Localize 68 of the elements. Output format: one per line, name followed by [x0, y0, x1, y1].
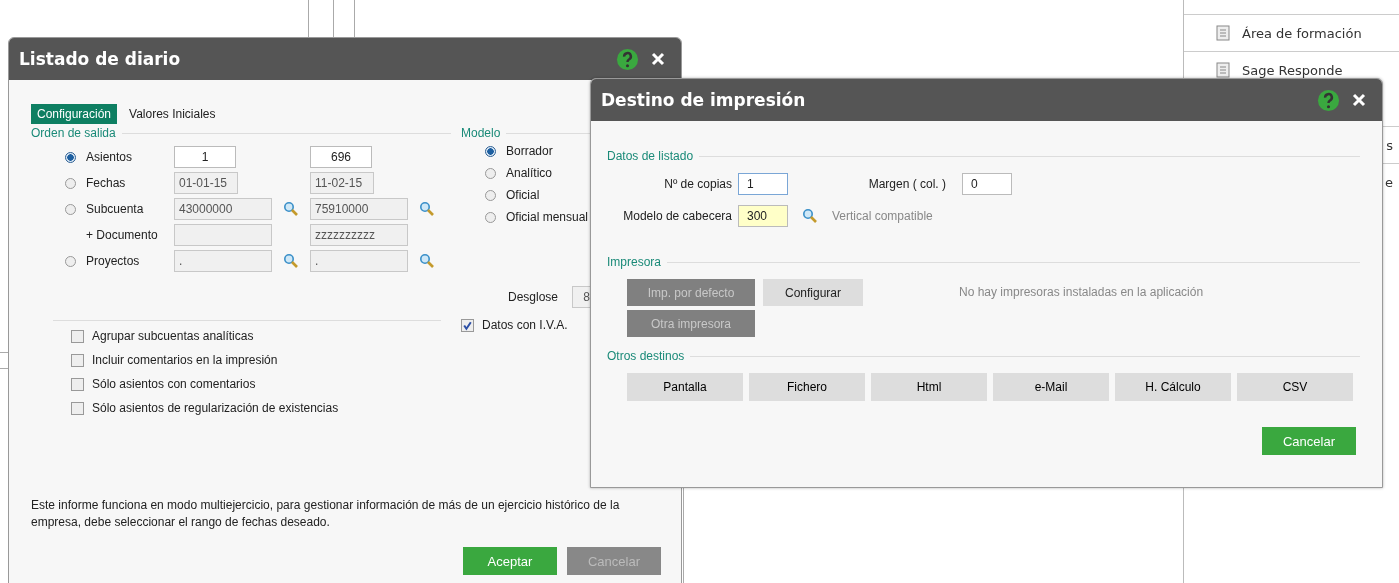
option-label: Oficial — [506, 188, 540, 202]
model-description: Vertical compatible — [832, 209, 933, 223]
field-label: Fechas — [86, 176, 127, 190]
section-title: Orden de salida — [31, 126, 116, 140]
input-field[interactable]: 1 — [174, 146, 236, 168]
destination-button[interactable]: e-Mail — [993, 373, 1109, 401]
radio-button[interactable] — [485, 211, 496, 223]
checkbox-label: Sólo asientos con comentarios — [92, 377, 256, 391]
input-field[interactable]: 696 — [310, 146, 372, 168]
destination-button[interactable]: CSV — [1237, 373, 1353, 401]
input-field[interactable]: 300 — [738, 205, 788, 227]
option-label: Oficial mensual — [506, 210, 589, 224]
destination-button[interactable]: Html — [871, 373, 987, 401]
destination-button[interactable]: Fichero — [749, 373, 865, 401]
status-message: No hay impresoras instaladas en la aplicación — [959, 285, 1204, 301]
field-label: Asientos — [86, 150, 134, 164]
tab[interactable]: Configuración — [31, 104, 118, 124]
field-label: Modelo de cabecera — [622, 209, 732, 223]
checkbox-label: Sólo asientos de regularización de existencias — [92, 401, 339, 415]
option-label: Borrador — [506, 144, 553, 158]
help-icon[interactable] — [616, 47, 639, 71]
info-text: Este informe funciona en modo multiejercicio, para gestionar información de más de un ejercicio histórico de la empresa, debe seleccionar el rango de fechas deseado. — [31, 497, 621, 531]
field-label: + Documento — [86, 228, 159, 242]
checkbox-label: Datos con I.V.A. — [482, 318, 568, 332]
checkbox-label: Incluir comentarios en la impresión — [92, 353, 278, 367]
section-title: Impresora — [607, 255, 662, 269]
checkbox[interactable] — [71, 353, 84, 367]
side-menu-item[interactable]: Área de formación — [1184, 14, 1399, 51]
checkbox[interactable] — [71, 377, 84, 391]
radio-button[interactable] — [65, 151, 76, 163]
radio-button[interactable] — [65, 203, 76, 215]
search-icon[interactable] — [283, 201, 299, 217]
checkbox[interactable] — [461, 318, 474, 332]
checkbox[interactable] — [71, 401, 84, 415]
section-title: Datos de listado — [607, 149, 694, 163]
radio-button[interactable] — [65, 255, 76, 267]
close-icon[interactable] — [651, 52, 665, 66]
tab[interactable]: Valores Iniciales — [123, 104, 222, 124]
radio-button[interactable] — [485, 145, 496, 157]
side-menu-item[interactable]: e — [1385, 174, 1393, 190]
printer-button[interactable]: Configurar — [763, 279, 863, 306]
section-title: Modelo — [461, 126, 501, 140]
checkbox-label: Agrupar subcuentas analíticas — [92, 329, 254, 343]
document-icon — [1216, 25, 1230, 41]
field-label: Margen ( col. ) — [867, 177, 946, 191]
search-icon[interactable] — [802, 208, 818, 224]
field-label: Subcuenta — [86, 202, 145, 216]
search-icon[interactable] — [419, 201, 435, 217]
side-menu-item[interactable]: s — [1386, 137, 1393, 153]
section-title: Otros destinos — [607, 349, 685, 363]
field-label: Proyectos — [86, 254, 141, 268]
destination-button[interactable]: Pantalla — [627, 373, 743, 401]
input-field[interactable]: 0 — [962, 173, 1012, 195]
checkbox[interactable] — [71, 329, 84, 343]
radio-button[interactable] — [485, 167, 496, 179]
input-field[interactable]: 1 — [738, 173, 788, 195]
close-icon[interactable] — [1352, 93, 1366, 107]
radio-button[interactable] — [485, 189, 496, 201]
field-label: Nº de copias — [663, 177, 732, 191]
help-icon[interactable] — [1317, 88, 1340, 112]
search-icon[interactable] — [283, 253, 299, 269]
destination-button[interactable]: H. Cálculo — [1115, 373, 1231, 401]
option-label: Analítico — [506, 166, 553, 180]
window-title: Destino de impresión — [601, 90, 807, 110]
radio-button[interactable] — [65, 177, 76, 189]
window-title: Listado de diario — [19, 49, 182, 69]
field-label: Desglose — [507, 290, 558, 304]
search-icon[interactable] — [419, 253, 435, 269]
